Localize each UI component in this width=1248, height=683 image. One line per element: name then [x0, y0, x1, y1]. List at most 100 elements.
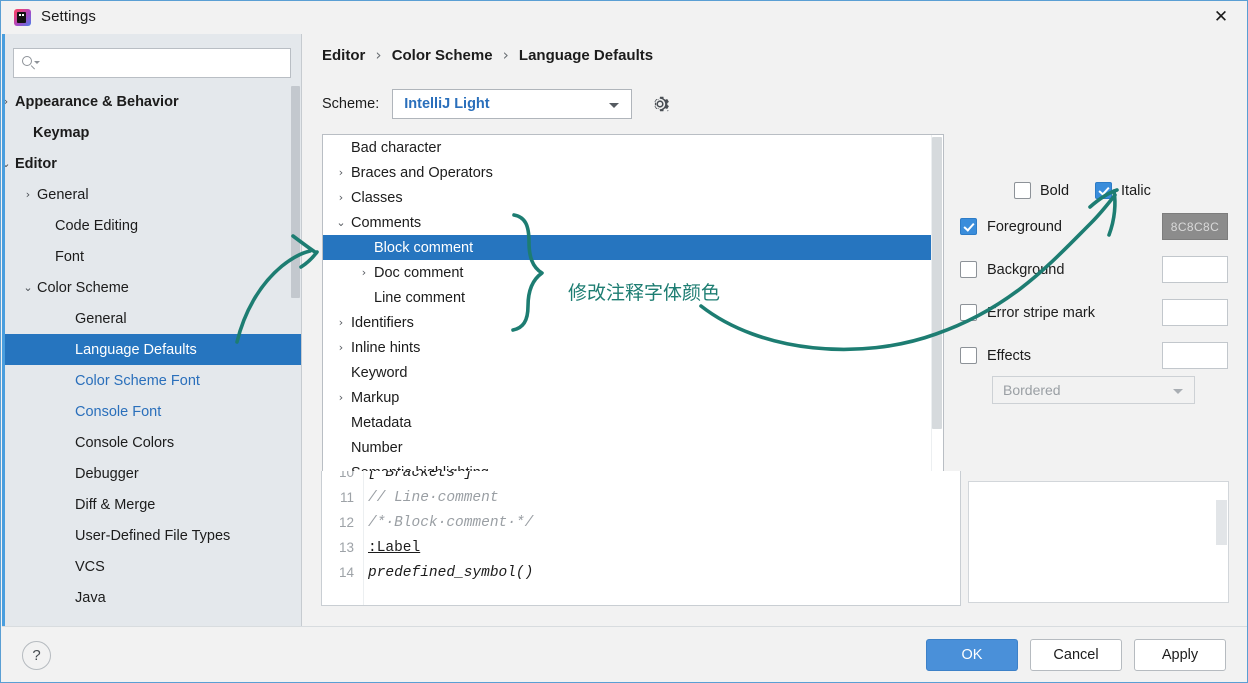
- code-line: 14 predefined_symbol(): [322, 560, 960, 585]
- code-preview[interactable]: 10 [ Brackets ] 11 // Line·comment 12 /*·Bloc…: [321, 471, 961, 606]
- secondary-preview-scrollbar-thumb[interactable]: [1216, 500, 1227, 545]
- breadcrumb-color-scheme[interactable]: Color Scheme: [392, 47, 493, 64]
- attribute-row-label: Identifiers: [351, 314, 414, 331]
- sidebar-item-general[interactable]: › General: [5, 179, 301, 210]
- attribute-row-classes[interactable]: › Classes: [323, 185, 943, 210]
- attribute-row-label: Inline hints: [351, 339, 421, 356]
- foreground-color-swatch[interactable]: 8C8C8C: [1162, 213, 1228, 240]
- code-text: /*·Block·comment·*/: [368, 514, 534, 531]
- background-label: Background: [987, 261, 1065, 278]
- sidebar-item-label: VCS: [75, 558, 105, 575]
- font-style-row: Bold Italic: [1014, 182, 1151, 199]
- search-field[interactable]: [13, 48, 291, 79]
- sidebar-item-debugger[interactable]: Debugger: [5, 458, 301, 489]
- sidebar-item-font[interactable]: Font: [5, 241, 301, 272]
- chevron-down-icon[interactable]: ⌄: [21, 282, 35, 293]
- bold-label: Bold: [1040, 182, 1070, 199]
- chevron-right-icon[interactable]: ›: [334, 342, 348, 353]
- error-stripe-mark-checkbox[interactable]: [960, 304, 977, 321]
- sidebar-item-label: Debugger: [75, 465, 139, 482]
- code-text: predefined_symbol(): [368, 564, 534, 581]
- breadcrumb-editor[interactable]: Editor: [322, 47, 365, 64]
- chevron-right-icon[interactable]: ›: [21, 189, 35, 200]
- chevron-down-icon[interactable]: ⌄: [5, 158, 13, 169]
- search-input[interactable]: [43, 49, 287, 79]
- background-checkbox[interactable]: [960, 261, 977, 278]
- sidebar-item-code-editing[interactable]: Code Editing: [5, 210, 301, 241]
- chevron-right-icon[interactable]: ›: [334, 317, 348, 328]
- background-color-swatch[interactable]: [1162, 256, 1228, 283]
- italic-checkbox[interactable]: [1095, 182, 1113, 199]
- attribute-row-number[interactable]: Number: [323, 435, 943, 460]
- close-icon[interactable]: ✕: [1201, 3, 1241, 31]
- apply-button[interactable]: Apply: [1134, 639, 1226, 671]
- code-line: 13:Label: [322, 535, 960, 560]
- sidebar-item-color-scheme-font[interactable]: Color Scheme Font: [5, 365, 301, 396]
- annotation-note: 修改注释字体颜色: [568, 282, 721, 304]
- attribute-row-keyword[interactable]: Keyword: [323, 360, 943, 385]
- attribute-row-label: Braces and Operators: [351, 164, 493, 181]
- chevron-down-icon[interactable]: ⌄: [334, 217, 348, 228]
- sidebar-item-general[interactable]: General: [5, 303, 301, 334]
- foreground-checkbox[interactable]: [960, 218, 977, 235]
- error-stripe-mark-color-swatch[interactable]: [1162, 299, 1228, 326]
- attribute-row-comments[interactable]: ⌄ Comments: [323, 210, 943, 235]
- attribute-row-markup[interactable]: › Markup: [323, 385, 943, 410]
- ok-button[interactable]: OK: [926, 639, 1018, 671]
- scheme-row: Scheme: IntelliJ Light: [322, 89, 672, 119]
- sidebar-item-label: Code Editing: [55, 217, 139, 234]
- attribute-row-identifiers[interactable]: › Identifiers: [323, 310, 943, 335]
- sidebar-item-keymap[interactable]: Keymap: [5, 117, 301, 148]
- sidebar-item-appearance-behavior[interactable]: ›Appearance & Behavior: [5, 86, 301, 117]
- sidebar-item-color-scheme[interactable]: ⌄ Color Scheme: [5, 272, 301, 303]
- option-row-effects: Effects: [960, 342, 1232, 369]
- sidebar-item-console-colors[interactable]: Console Colors: [5, 427, 301, 458]
- attribute-row-block-comment[interactable]: Block comment: [323, 235, 943, 260]
- sidebar-item-editor[interactable]: ⌄Editor: [5, 148, 301, 179]
- attribute-row-label: Block comment: [374, 239, 474, 256]
- attribute-row-label: Doc comment: [374, 264, 464, 281]
- help-button[interactable]: ?: [22, 641, 51, 670]
- code-line: 11 // Line·comment: [322, 485, 960, 510]
- attribute-row-label: Markup: [351, 389, 400, 406]
- sidebar-item-java[interactable]: Java: [5, 582, 301, 613]
- sidebar-item-label: Appearance & Behavior: [15, 93, 179, 110]
- line-number: 13: [338, 540, 354, 555]
- chevron-right-icon[interactable]: ›: [334, 192, 348, 203]
- attribute-row-braces-and-operators[interactable]: › Braces and Operators: [323, 160, 943, 185]
- cancel-button[interactable]: Cancel: [1030, 639, 1122, 671]
- sidebar-item-console-font[interactable]: Console Font: [5, 396, 301, 427]
- sidebar-item-vcs[interactable]: VCS: [5, 551, 301, 582]
- attribute-editor-panel: Bold Italic Foreground 8C8C8C Background Er…: [952, 134, 1232, 434]
- bold-checkbox[interactable]: [1014, 182, 1031, 199]
- settings-sidebar: ›Appearance & BehaviorKeymap⌄Editor›Gene…: [2, 34, 302, 626]
- effects-checkbox[interactable]: [960, 347, 977, 364]
- attribute-row-label: Number: [351, 439, 403, 456]
- scheme-select[interactable]: IntelliJ Light: [392, 89, 633, 119]
- effects-type-select[interactable]: Bordered: [992, 376, 1195, 404]
- settings-dialog: Settings ✕ ›Appearance & BehaviorKeymap⌄…: [0, 0, 1248, 683]
- option-row-background: Background: [960, 256, 1232, 283]
- sidebar-item-user-defined-file-types[interactable]: User-Defined File Types: [5, 520, 301, 551]
- effects-color-swatch[interactable]: [1162, 342, 1228, 369]
- attribute-row-inline-hints[interactable]: › Inline hints: [323, 335, 943, 360]
- sidebar-item-label: Color Scheme: [37, 279, 129, 296]
- attributes-scrollbar[interactable]: [931, 135, 943, 478]
- sidebar-item-label: Editor: [15, 155, 57, 172]
- chevron-right-icon[interactable]: ›: [5, 96, 13, 107]
- attribute-row-metadata[interactable]: Metadata: [323, 410, 943, 435]
- chevron-right-icon[interactable]: ›: [334, 392, 348, 403]
- foreground-color-value: 8C8C8C: [1170, 219, 1220, 234]
- chevron-right-icon[interactable]: ›: [334, 167, 348, 178]
- secondary-preview-panel[interactable]: [968, 481, 1229, 603]
- chevron-right-icon[interactable]: ›: [357, 267, 371, 278]
- breadcrumb: Editor › Color Scheme › Language Default…: [322, 46, 653, 64]
- attribute-row-bad-character[interactable]: Bad character: [323, 135, 943, 160]
- attributes-scrollbar-thumb[interactable]: [932, 137, 942, 429]
- line-number: 12: [338, 515, 354, 530]
- sidebar-item-language-defaults[interactable]: Language Defaults: [5, 334, 301, 365]
- sidebar-scrollbar[interactable]: [291, 86, 300, 298]
- option-row-error-stripe-mark: Error stripe mark: [960, 299, 1232, 326]
- sidebar-item-diff-merge[interactable]: Diff & Merge: [5, 489, 301, 520]
- gear-icon[interactable]: [648, 92, 672, 116]
